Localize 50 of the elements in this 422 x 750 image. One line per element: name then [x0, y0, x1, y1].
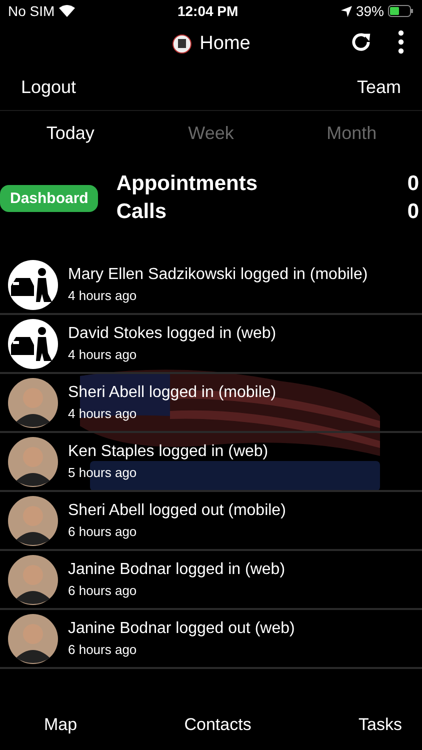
- nav-link[interactable]: Logout: [21, 77, 76, 98]
- car-driver-icon: [8, 318, 58, 368]
- stat-label: Calls: [116, 200, 167, 224]
- avatar: [8, 554, 58, 604]
- screen-title: Home: [200, 32, 250, 54]
- wifi-icon: [58, 5, 75, 17]
- activity-text: Janine Bodnar logged out (web): [68, 620, 295, 638]
- activity-time: 4 hours ago: [68, 288, 138, 303]
- activity-row[interactable]: Ken Staples logged in (web) 5 hours ago: [0, 433, 422, 492]
- activity-row[interactable]: Janine Bodnar logged out (web) 6 hours ago: [0, 610, 422, 669]
- avatar: [8, 614, 58, 664]
- refresh-icon[interactable]: [350, 31, 372, 53]
- activity-time: 6 hours ago: [68, 524, 138, 539]
- stat-label: Appointments: [116, 172, 258, 196]
- bottom-tab[interactable]: Map: [44, 715, 78, 735]
- carrier-label: No SIM: [8, 3, 55, 19]
- battery-icon: [388, 5, 414, 17]
- battery-percent: 39%: [356, 3, 384, 19]
- activity-time: 6 hours ago: [68, 583, 138, 598]
- car-driver-icon: [8, 260, 58, 310]
- bottom-tab[interactable]: Tasks: [358, 715, 402, 735]
- period-tab[interactable]: Today: [0, 123, 141, 144]
- activity-time: 5 hours ago: [68, 465, 138, 480]
- clock: 12:04 PM: [177, 3, 238, 19]
- activity-row[interactable]: Sheri Abell logged in (mobile) 4 hours ago: [0, 374, 422, 433]
- stat-value: 0: [407, 172, 419, 196]
- logo-icon: [172, 34, 192, 54]
- activity-text: Mary Ellen Sadzikowski logged in (mobile): [68, 266, 368, 284]
- stat-value: 0: [407, 200, 419, 224]
- activity-text: Janine Bodnar logged in (web): [68, 561, 286, 579]
- activity-text: Ken Staples logged in (web): [68, 443, 268, 461]
- bottom-tab[interactable]: Contacts: [184, 715, 252, 735]
- period-tab[interactable]: Week: [140, 123, 282, 144]
- avatar: [8, 436, 58, 486]
- nav-link[interactable]: Team: [356, 77, 401, 98]
- activity-row[interactable]: David Stokes logged in (web) 4 hours ago: [0, 315, 422, 374]
- activity-time: 6 hours ago: [68, 642, 138, 657]
- activity-row[interactable]: Sheri Abell logged out (mobile) 6 hours ago: [0, 492, 422, 551]
- more-icon[interactable]: [398, 30, 404, 54]
- location-icon: [340, 6, 352, 16]
- activity-time: 4 hours ago: [68, 347, 138, 362]
- activity-text: Sheri Abell logged out (mobile): [68, 502, 286, 520]
- period-tab[interactable]: Month: [281, 123, 422, 144]
- activity-row[interactable]: Janine Bodnar logged in (web) 6 hours ago: [0, 551, 422, 610]
- activity-time: 4 hours ago: [68, 406, 138, 421]
- activity-text: David Stokes logged in (web): [68, 325, 276, 343]
- avatar: [8, 496, 58, 546]
- activity-row[interactable]: Mary Ellen Sadzikowski logged in (mobile) 4 hours ago: [0, 256, 422, 315]
- activity-text: Sheri Abell logged in (mobile): [68, 384, 276, 402]
- avatar: [8, 378, 58, 428]
